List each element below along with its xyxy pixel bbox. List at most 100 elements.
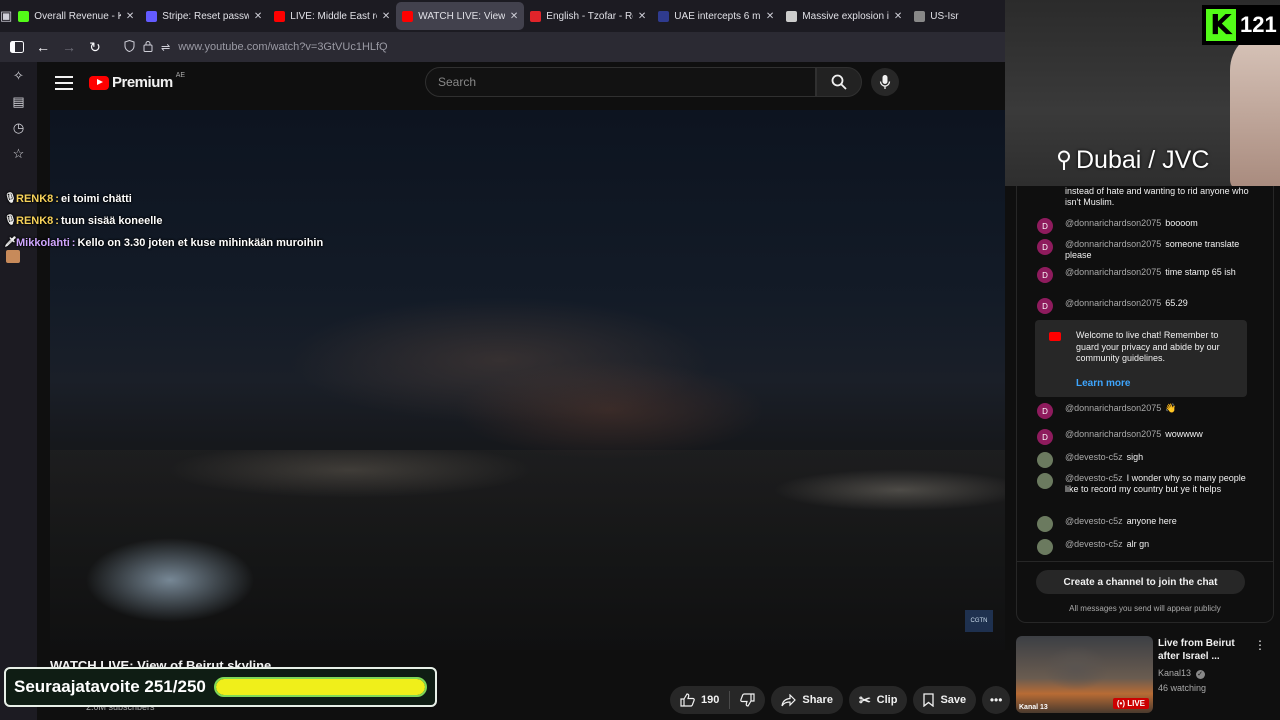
search-icon: [831, 74, 847, 90]
tab-favicon-icon: [146, 10, 158, 22]
recommended-title[interactable]: Live from Beirut after Israel ...: [1158, 637, 1258, 663]
avatar[interactable]: D: [1037, 429, 1053, 445]
tab-close-icon[interactable]: ✕: [126, 11, 134, 22]
youtube-logo[interactable]: Premium AE: [89, 72, 186, 91]
avatar[interactable]: [1037, 539, 1053, 555]
browser-tab[interactable]: English - Tzofar - Red A ✕: [524, 2, 652, 30]
chat-author[interactable]: @donnarichardson2075: [1065, 429, 1161, 439]
region-code: AE: [175, 72, 186, 79]
goal-text: Seuraajatavoite 251/250: [14, 677, 206, 696]
shield-icon[interactable]: [124, 39, 135, 55]
tab-close-icon[interactable]: ✕: [510, 11, 518, 22]
tab-close-icon[interactable]: ✕: [638, 11, 646, 22]
recommended-channel[interactable]: Kanal13 ✓: [1158, 668, 1205, 679]
voice-search-button[interactable]: [871, 68, 899, 96]
live-badge: (•) LIVE: [1112, 698, 1149, 709]
share-label: Share: [802, 694, 833, 706]
address-bar[interactable]: ⇌ www.youtube.com/watch?v=3GtVUc1HLfQ: [116, 34, 1005, 60]
reload-icon[interactable]: ↻: [82, 34, 108, 60]
tab-list-icon[interactable]: ▣: [0, 0, 12, 32]
kick-viewer-badge: K 121: [1202, 5, 1280, 45]
lock-icon[interactable]: [143, 40, 153, 55]
goal-progress-fill: [215, 679, 425, 695]
url-text[interactable]: www.youtube.com/watch?v=3GtVUc1HLfQ: [178, 41, 387, 53]
avatar[interactable]: D: [1037, 403, 1053, 419]
sidebar-toggle-icon[interactable]: [4, 34, 30, 60]
logo-text: Premium: [112, 74, 173, 91]
microphone-icon: [879, 75, 891, 89]
overlay-chat-colon: :: [55, 193, 59, 205]
clip-button[interactable]: ✂ Clip: [848, 686, 908, 714]
avatar[interactable]: [1037, 473, 1053, 489]
create-channel-button[interactable]: Create a channel to join the chat: [1036, 570, 1245, 594]
browser-tab[interactable]: Overall Revenue - Kick ✕: [12, 2, 140, 30]
tab-close-icon[interactable]: ✕: [894, 11, 902, 22]
avatar[interactable]: [1037, 452, 1053, 468]
avatar[interactable]: D: [1037, 298, 1053, 314]
tab-favicon-icon: [274, 10, 286, 22]
permissions-icon[interactable]: ⇌: [161, 41, 170, 54]
tab-label: UAE intercepts 6 missil: [674, 10, 761, 22]
avatar[interactable]: D: [1037, 218, 1053, 234]
avatar[interactable]: D: [1037, 239, 1053, 255]
share-button[interactable]: Share: [771, 686, 843, 714]
search-button[interactable]: [816, 67, 862, 97]
chat-author[interactable]: @devesto-c5z: [1065, 452, 1123, 462]
back-icon[interactable]: ←: [30, 34, 56, 60]
chat-author[interactable]: @donnarichardson2075: [1065, 298, 1161, 308]
browser-tab[interactable]: WATCH LIVE: View of B ✕: [396, 2, 525, 30]
tab-label: English - Tzofar - Red A: [546, 10, 633, 22]
tab-close-icon[interactable]: ✕: [382, 11, 390, 22]
forward-icon[interactable]: →: [56, 34, 82, 60]
browser-tab[interactable]: LIVE: Middle East real ✕: [268, 2, 396, 30]
chat-message: @devesto-c5z sigh: [1037, 452, 1252, 468]
chat-author[interactable]: @devesto-c5z: [1065, 473, 1123, 483]
search-input[interactable]: Search: [425, 67, 816, 97]
history-icon[interactable]: ◷: [8, 120, 30, 136]
synced-tabs-icon[interactable]: ▤: [8, 94, 30, 110]
like-dislike-group: 190: [670, 686, 766, 714]
location-text: Dubai / JVC: [1076, 146, 1210, 174]
like-count: 190: [701, 694, 720, 706]
avatar[interactable]: D: [1037, 267, 1053, 283]
tab-favicon-icon: [18, 10, 30, 22]
stream-overlay-chat: 🎙 RENK8: ei toimi chätti 🎙 RENK8: tuun sisää …: [4, 188, 323, 254]
more-vertical-icon[interactable]: ⋮: [1254, 638, 1266, 652]
like-button[interactable]: 190: [670, 693, 729, 707]
browser-tab-bar: ▣ Overall Revenue - Kick✕Stripe: Reset p…: [0, 0, 1005, 32]
chat-message: D @donnarichardson2075 👋: [1037, 403, 1252, 419]
kick-logo-icon: K: [1206, 9, 1236, 41]
share-icon: [781, 693, 797, 706]
emote-icon: [6, 250, 20, 263]
welcome-text: Welcome to live chat! Remember to guard …: [1076, 330, 1220, 363]
tab-close-icon[interactable]: ✕: [766, 11, 774, 22]
recommended-video[interactable]: Kanal 13 (•) LIVE Live from Beirut after…: [1016, 634, 1278, 714]
overlay-chat-line: 🎙 RENK8: ei toimi chätti: [4, 188, 323, 210]
chat-text: wowwww: [1165, 429, 1203, 439]
browser-tab[interactable]: UAE intercepts 6 missil ✕: [652, 2, 780, 30]
scissors-icon: ✂: [858, 691, 871, 708]
chat-author[interactable]: @donnarichardson2075: [1065, 218, 1161, 228]
learn-more-link[interactable]: Learn more: [1076, 378, 1130, 389]
chat-author[interactable]: @devesto-c5z: [1065, 516, 1123, 526]
location-pin-icon: [1058, 150, 1070, 170]
chat-text: anyone here: [1126, 516, 1177, 526]
bookmarks-icon[interactable]: ☆: [8, 146, 30, 162]
tab-close-icon[interactable]: ✕: [254, 11, 262, 22]
tab-favicon-icon: [786, 10, 798, 22]
browser-tab[interactable]: Stripe: Reset password ✕: [140, 2, 268, 30]
chat-author[interactable]: @donnarichardson2075: [1065, 267, 1161, 277]
chat-message: @devesto-c5z anyone here: [1037, 516, 1252, 532]
save-button[interactable]: Save: [913, 686, 977, 714]
recommended-thumbnail[interactable]: Kanal 13 (•) LIVE: [1016, 636, 1153, 713]
overlay-chat-message: Kello on 3.30 joten et kuse mihinkään mu…: [77, 237, 324, 249]
browser-tab[interactable]: Massive explosion in T ✕: [780, 2, 908, 30]
chat-author[interactable]: @devesto-c5z: [1065, 539, 1123, 549]
dislike-button[interactable]: [730, 693, 765, 707]
avatar[interactable]: [1037, 516, 1053, 532]
chat-author[interactable]: @donnarichardson2075: [1065, 403, 1161, 413]
more-actions-button[interactable]: •••: [982, 686, 1011, 714]
menu-icon[interactable]: [55, 74, 73, 92]
chat-author[interactable]: @donnarichardson2075: [1065, 239, 1161, 249]
ai-chatbot-icon[interactable]: ✧: [8, 68, 30, 84]
